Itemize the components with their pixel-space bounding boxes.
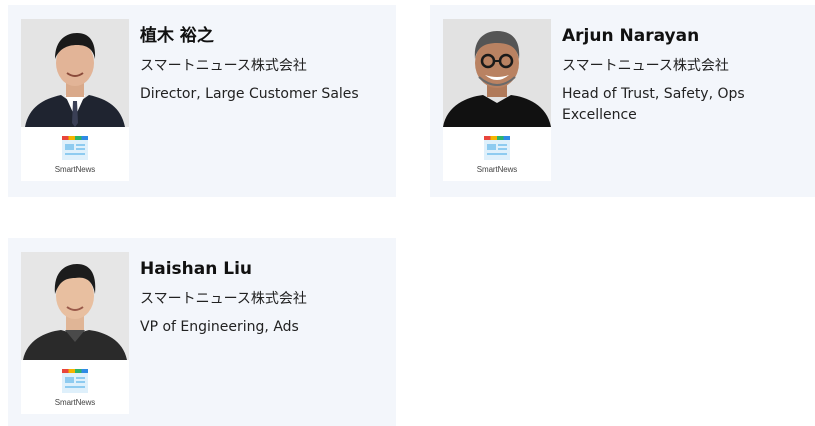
- speaker-title: VP of Engineering, Ads: [140, 319, 299, 335]
- speaker-media: SmartNews: [21, 252, 129, 414]
- company-logo: SmartNews: [443, 127, 551, 181]
- speaker-photo: [21, 252, 129, 360]
- speaker-card: SmartNews Arjun Narayan スマートニュース株式会社 Hea…: [430, 5, 815, 197]
- logo-label: SmartNews: [54, 165, 96, 174]
- speaker-photo: [21, 19, 129, 127]
- speaker-photo: [443, 19, 551, 127]
- speaker-info: 植木 裕之 スマートニュース株式会社 Director, Large Custo…: [140, 25, 390, 105]
- speaker-name: Arjun Narayan: [562, 26, 700, 46]
- speaker-media: SmartNews: [443, 19, 551, 181]
- logo-label: SmartNews: [476, 165, 518, 174]
- company-logo: SmartNews: [21, 360, 129, 414]
- smartnews-logo-icon: [62, 369, 88, 393]
- company-logo: SmartNews: [21, 127, 129, 181]
- speaker-title: Head of Trust, Safety, Ops Excellence: [562, 86, 745, 123]
- speaker-name: 植木 裕之: [140, 26, 214, 46]
- speaker-media: SmartNews: [21, 19, 129, 181]
- logo-label: SmartNews: [54, 398, 96, 407]
- speaker-company: スマートニュース株式会社: [562, 58, 729, 74]
- smartnews-logo-icon: [484, 136, 510, 160]
- speaker-info: Arjun Narayan スマートニュース株式会社 Head of Trust…: [562, 25, 812, 126]
- speaker-card: SmartNews 植木 裕之 スマートニュース株式会社 Director, L…: [8, 5, 396, 197]
- speaker-name: Haishan Liu: [140, 259, 253, 279]
- speaker-card: SmartNews Haishan Liu スマートニュース株式会社 VP of…: [8, 238, 396, 426]
- speaker-company: スマートニュース株式会社: [140, 291, 307, 307]
- smartnews-logo-icon: [62, 136, 88, 160]
- speaker-company: スマートニュース株式会社: [140, 58, 307, 74]
- speaker-title: Director, Large Customer Sales: [140, 86, 359, 102]
- speaker-info: Haishan Liu スマートニュース株式会社 VP of Engineeri…: [140, 258, 390, 338]
